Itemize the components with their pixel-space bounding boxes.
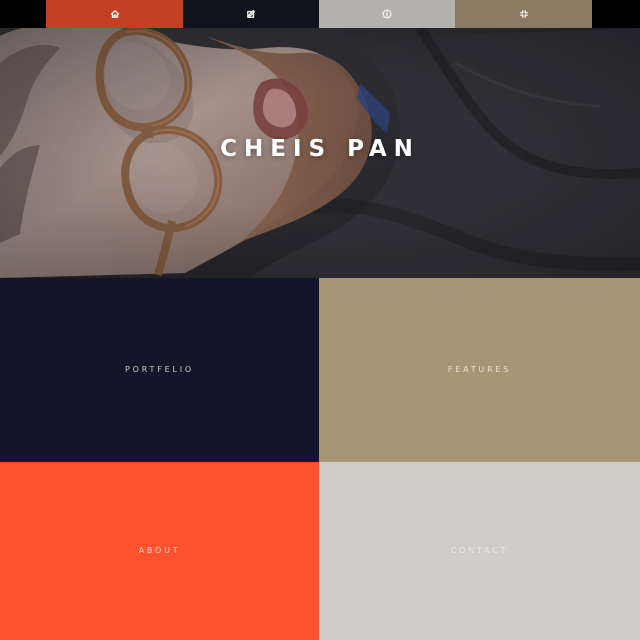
fullscreen-icon — [519, 9, 529, 19]
features-label: FEATURES — [447, 365, 512, 374]
home-icon — [110, 9, 120, 19]
navigation-tiles: PORTFELIO FEATURES ABOUT CONTACT — [0, 278, 640, 640]
top-navigation — [0, 0, 640, 28]
portfolio-label: PORTFELIO — [125, 365, 194, 374]
hero-section: CHEIS PAN — [0, 28, 640, 278]
nav-tab-fullscreen[interactable] — [455, 0, 592, 28]
about-tile[interactable]: ABOUT — [0, 462, 319, 640]
hero-title: CHEIS PAN — [220, 136, 420, 162]
features-tile[interactable]: FEATURES — [319, 278, 640, 462]
info-icon — [382, 9, 392, 19]
contact-label: CONTACT — [450, 546, 509, 555]
edit-icon — [246, 9, 256, 19]
about-label: ABOUT — [138, 546, 181, 555]
app-root: CHEIS PAN PORTFELIO FEATURES ABOUT CONTA… — [0, 0, 640, 640]
portfolio-tile[interactable]: PORTFELIO — [0, 278, 319, 462]
nav-tab-info[interactable] — [319, 0, 455, 28]
contact-tile[interactable]: CONTACT — [319, 462, 640, 640]
nav-tab-edit[interactable] — [183, 0, 319, 28]
nav-tab-home[interactable] — [46, 0, 183, 28]
